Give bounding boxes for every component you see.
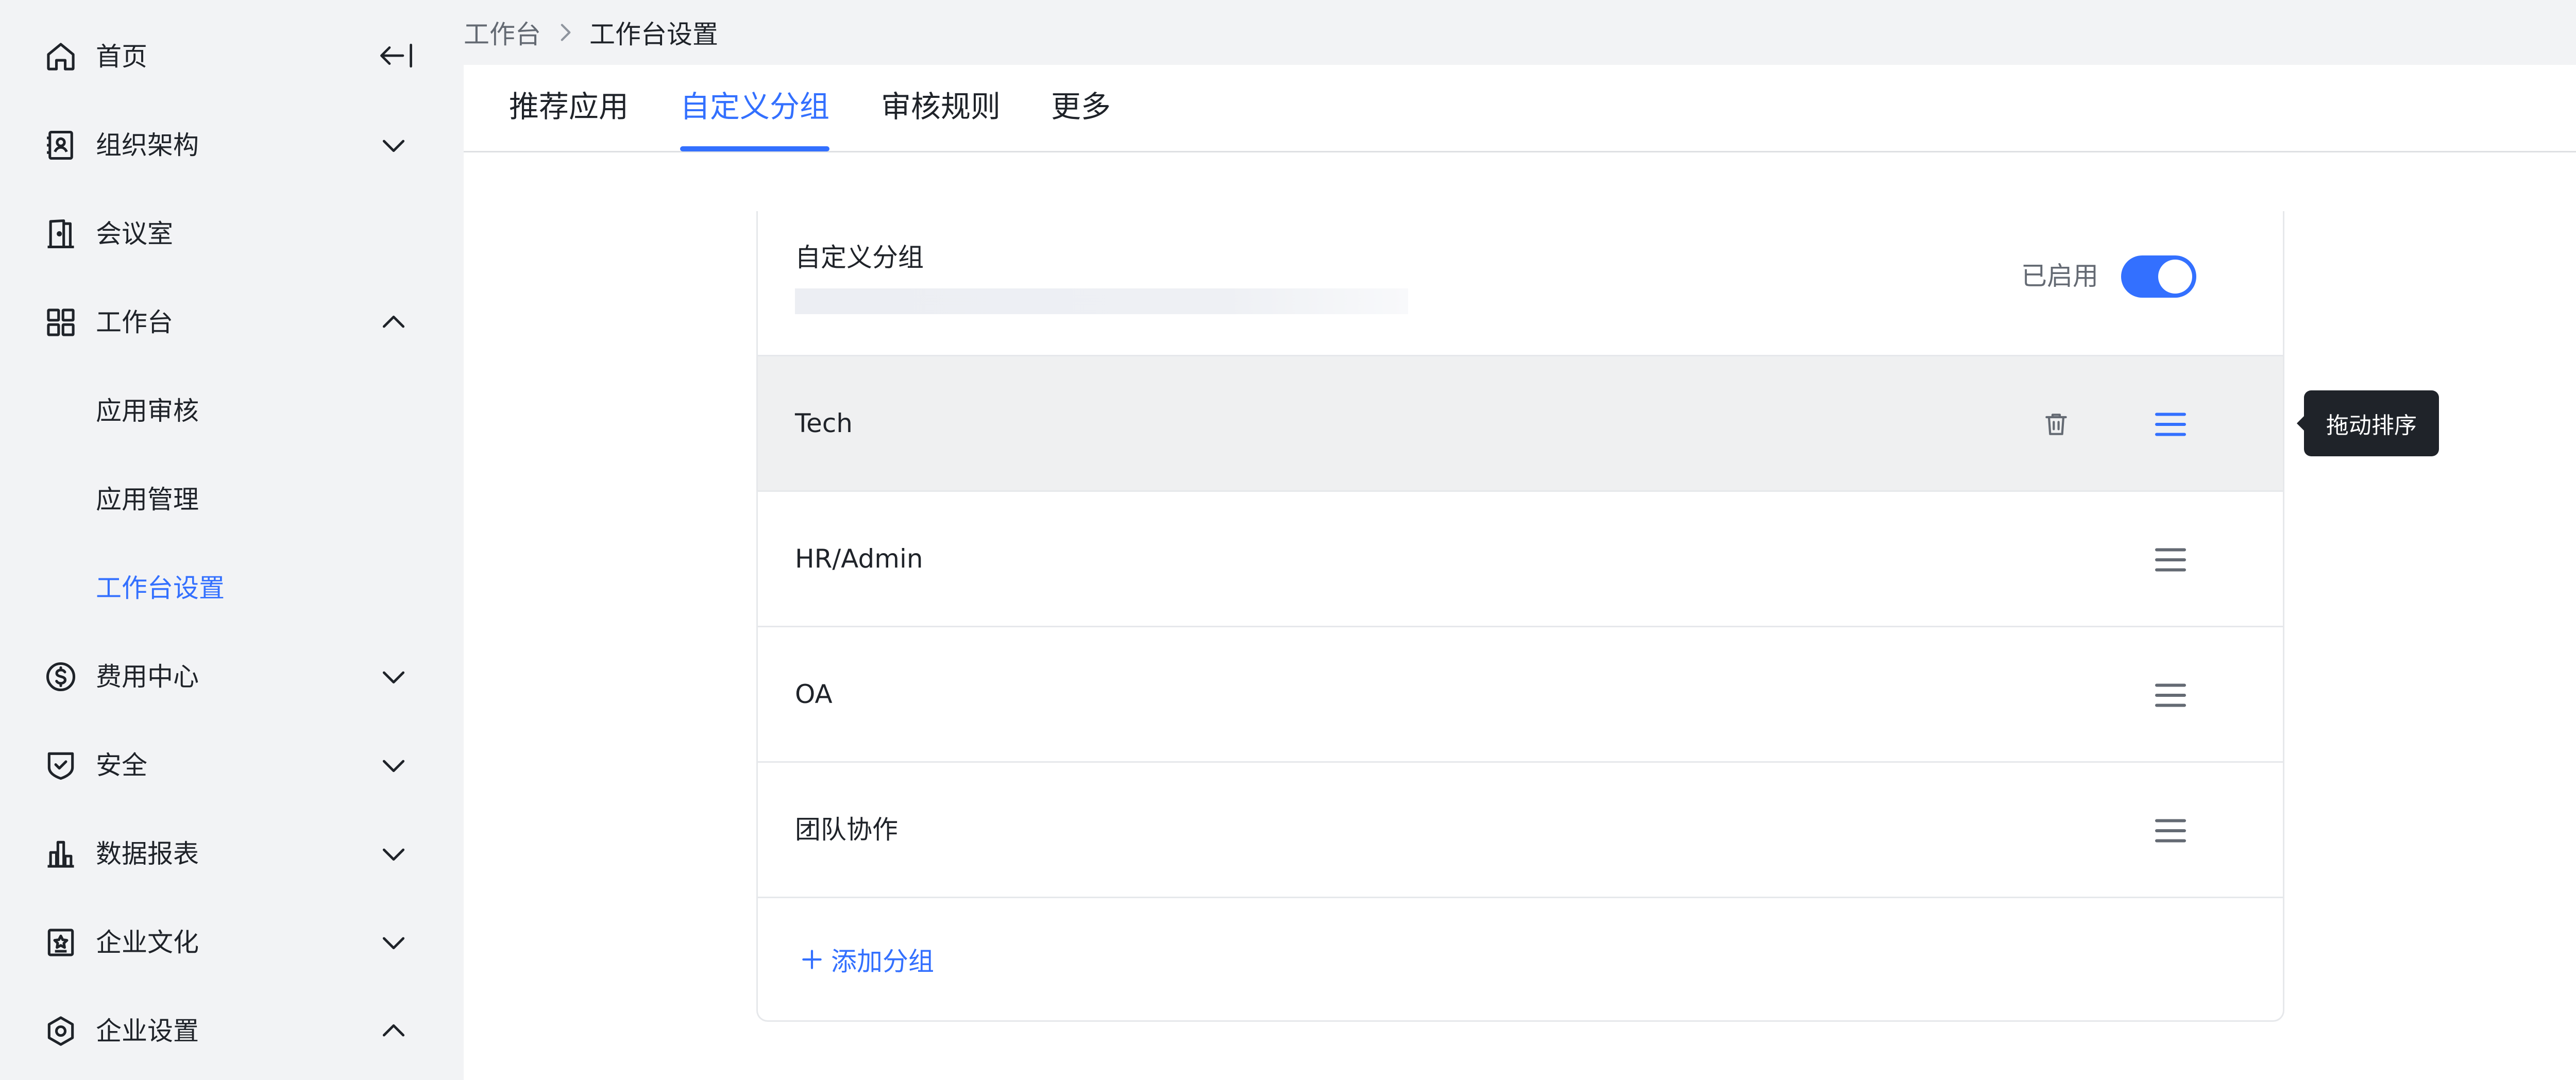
tab-bar: 推荐应用 自定义分组 审核规则 更多 [464, 65, 2576, 152]
group-row-oa[interactable]: OA [758, 627, 2283, 763]
tab-recommended-apps[interactable]: 推荐应用 [509, 89, 629, 125]
sidebar-item-label: 首页 [96, 42, 147, 72]
toggle-status-label: 已启用 [2021, 261, 2098, 291]
sidebar-item-label: 组织架构 [96, 130, 199, 160]
door-icon [43, 216, 78, 251]
drag-handle[interactable] [2152, 541, 2189, 578]
sidebar-item-label: 工作台设置 [96, 573, 225, 603]
sidebar-item-label: 企业设置 [96, 1016, 199, 1046]
chevron-down-icon[interactable] [377, 660, 410, 693]
sidebar-item-culture[interactable]: 企业文化 [0, 898, 464, 987]
drag-handle[interactable] [2152, 812, 2189, 849]
enable-toggle[interactable] [2121, 255, 2196, 298]
group-name: 团队协作 [795, 815, 898, 845]
tab-more[interactable]: 更多 [1051, 89, 1111, 125]
menu-icon [2155, 819, 2186, 843]
sidebar-item-organization[interactable]: 组织架构 [0, 101, 464, 190]
breadcrumb-current: 工作台设置 [589, 20, 718, 49]
card-header: 自定义分组 已启用 [758, 211, 2283, 356]
sidebar-item-label: 企业文化 [96, 928, 199, 957]
chevron-down-icon[interactable] [377, 926, 410, 959]
group-row-tech[interactable]: Tech [758, 356, 2283, 492]
description-placeholder [795, 288, 1408, 314]
tab-custom-groups[interactable]: 自定义分组 [680, 89, 829, 125]
sidebar-item-security[interactable]: 安全 [0, 721, 464, 810]
sidebar-item-label: 会议室 [96, 219, 173, 249]
shield-icon [43, 748, 78, 783]
group-name: HR/Admin [795, 544, 923, 574]
custom-groups-card: 自定义分组 已启用 Tech HR/Admin OA 团队协作 添加分组 [756, 211, 2284, 1022]
sidebar-item-data-reports[interactable]: 数据报表 [0, 810, 464, 898]
menu-icon [2155, 548, 2186, 572]
sidebar-item-billing[interactable]: 费用中心 [0, 632, 464, 721]
sidebar-item-workbench[interactable]: 工作台 [0, 278, 464, 367]
plus-icon [802, 950, 822, 969]
tooltip-arrow [2297, 416, 2304, 431]
contacts-icon [43, 128, 78, 163]
add-group-button[interactable]: 添加分组 [799, 941, 934, 978]
collapse-arrow-icon [380, 43, 412, 68]
sidebar-item-label: 应用审核 [96, 396, 199, 426]
chevron-down-icon[interactable] [377, 837, 410, 870]
breadcrumb-parent[interactable]: 工作台 [464, 14, 541, 51]
chevron-up-icon[interactable] [377, 306, 410, 339]
sidebar-item-label: 工作台 [96, 307, 173, 337]
toggle-knob [2158, 260, 2192, 294]
drag-sort-tooltip: 拖动排序 [2297, 390, 2439, 456]
tab-review-rules[interactable]: 审核规则 [881, 89, 1001, 125]
settings-icon [43, 1014, 78, 1049]
menu-icon [2155, 413, 2186, 436]
bar-chart-icon [43, 836, 78, 871]
drag-handle[interactable] [2152, 677, 2189, 714]
chevron-down-icon[interactable] [377, 129, 410, 162]
chevron-right-icon [561, 24, 571, 41]
dollar-icon [43, 659, 78, 694]
sidebar-item-app-review[interactable]: 应用审核 [0, 367, 464, 455]
sidebar-item-app-management[interactable]: 应用管理 [0, 455, 464, 544]
card-title: 自定义分组 [795, 243, 924, 272]
sidebar-item-workbench-settings[interactable]: 工作台设置 [0, 544, 464, 632]
add-group-label: 添加分组 [831, 947, 934, 976]
chevron-up-icon[interactable] [377, 1015, 410, 1048]
active-tab-indicator [680, 146, 829, 151]
menu-icon [2155, 683, 2186, 707]
sidebar-item-meeting-room[interactable]: 会议室 [0, 190, 464, 278]
group-row-hr-admin[interactable]: HR/Admin [758, 492, 2283, 627]
breadcrumb: 工作台 工作台设置 [464, 13, 718, 52]
delete-button[interactable] [2042, 410, 2071, 439]
collapse-sidebar-button[interactable] [376, 39, 416, 72]
chevron-down-icon[interactable] [377, 749, 410, 782]
group-name: OA [795, 679, 833, 709]
tooltip-text: 拖动排序 [2326, 413, 2417, 439]
trash-icon [2045, 414, 2067, 435]
culture-icon [43, 925, 78, 960]
sidebar-item-enterprise-settings[interactable]: 企业设置 [0, 987, 464, 1075]
sidebar: 首页 组织架构 会议室 工作台 应用审核 应用管理 工作台设置 费用中心 安全 … [0, 0, 464, 1080]
sidebar-item-label: 安全 [96, 750, 147, 780]
group-row-team-collaboration[interactable]: 团队协作 [758, 763, 2283, 898]
drag-handle[interactable] [2152, 406, 2189, 443]
sidebar-item-label: 应用管理 [96, 485, 199, 515]
home-icon [43, 39, 78, 74]
group-name: Tech [795, 408, 853, 438]
sidebar-item-label: 数据报表 [96, 839, 199, 869]
sidebar-item-label: 费用中心 [96, 662, 199, 692]
grid-icon [43, 305, 78, 340]
